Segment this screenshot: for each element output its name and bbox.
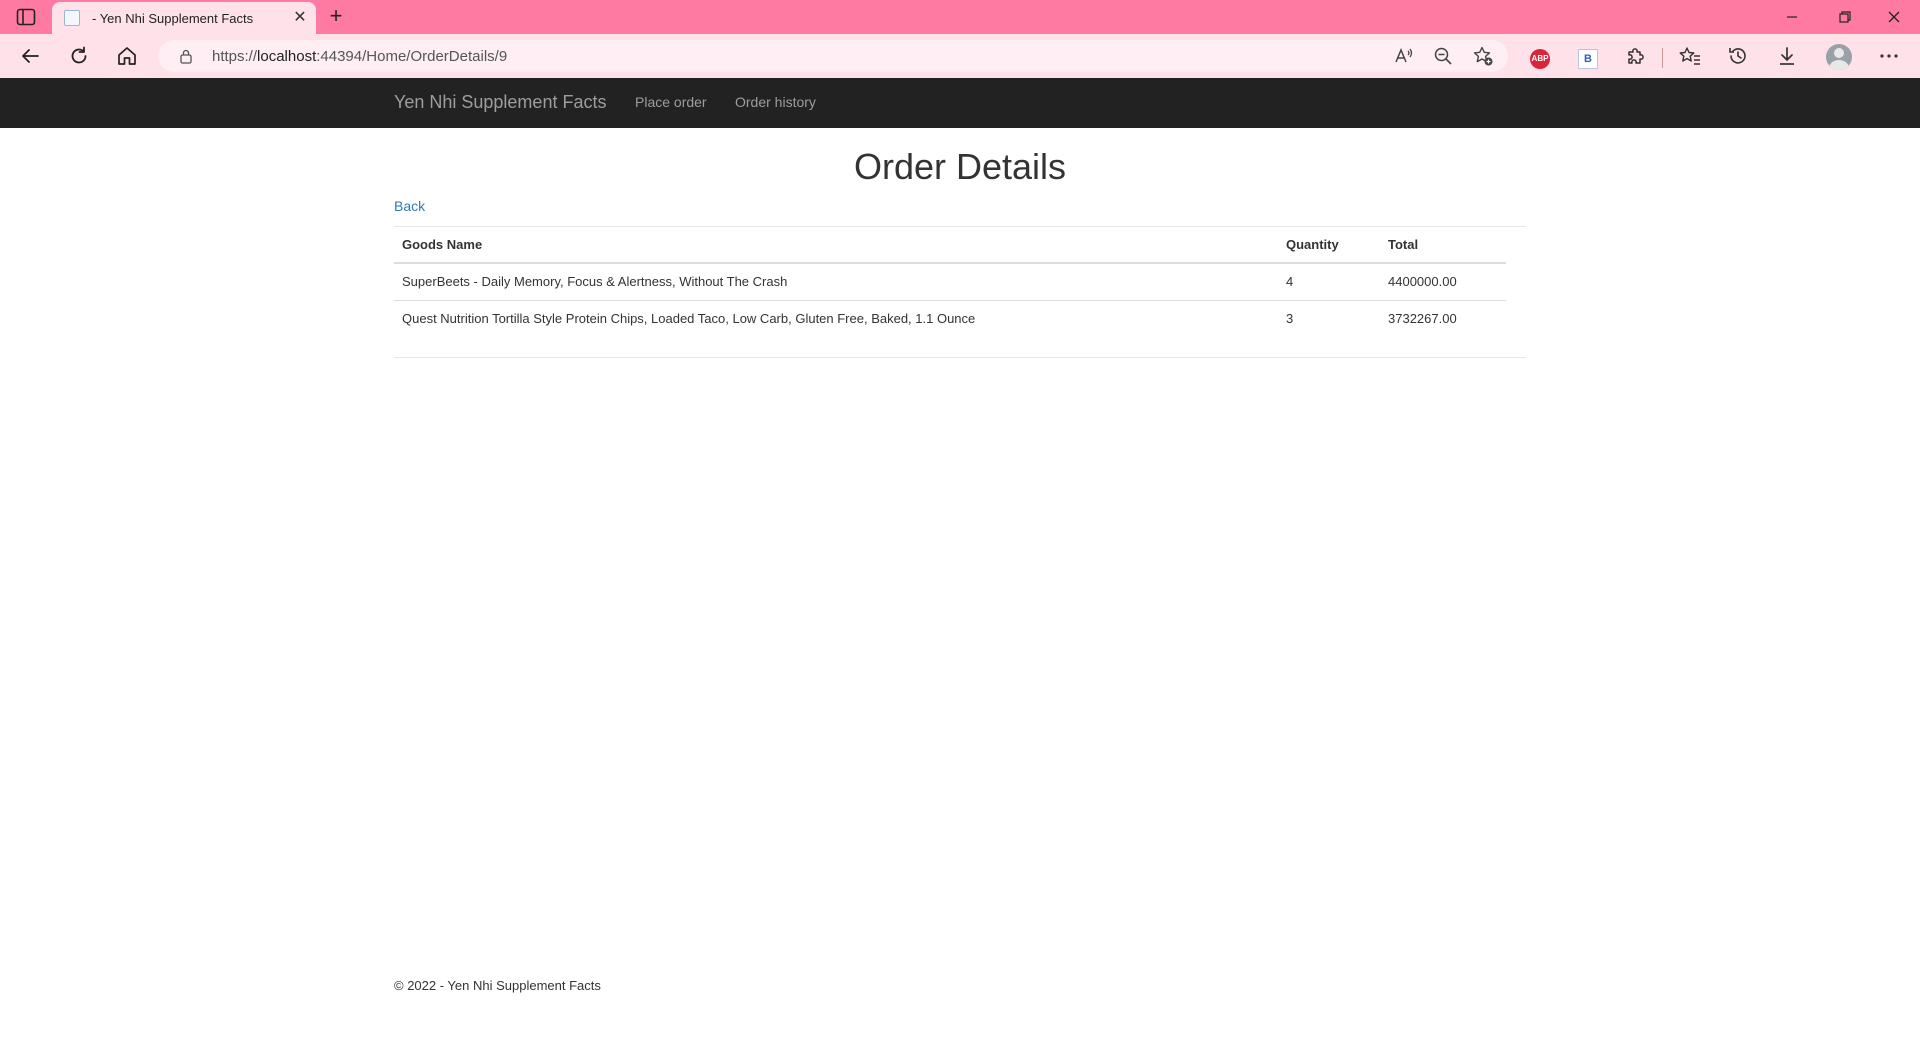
back-link[interactable]: Back xyxy=(394,198,425,214)
close-window-icon[interactable] xyxy=(1874,4,1914,30)
goods-name-cell: Quest Nutrition Tortilla Style Protein C… xyxy=(402,311,976,327)
url-host: localhost xyxy=(257,48,317,65)
sidebar-toggle-icon[interactable] xyxy=(16,8,36,26)
close-icon[interactable]: ✕ xyxy=(290,8,310,28)
zoom-out-icon[interactable] xyxy=(1431,44,1455,68)
browser-toolbar: https://localhost:44394/Home/OrderDetail… xyxy=(0,34,1920,78)
home-icon[interactable] xyxy=(115,44,139,68)
page-favicon-icon xyxy=(64,10,80,26)
header-total: Total xyxy=(1380,227,1506,264)
url-text[interactable]: https://localhost:44394/Home/OrderDetail… xyxy=(212,48,507,65)
page-title: Order Details xyxy=(853,146,1067,187)
url-path: :44394/Home/OrderDetails/9 xyxy=(316,48,508,65)
table-header-row: Goods Name Quantity Total xyxy=(394,227,1506,264)
brand-link[interactable]: Yen Nhi Supplement Facts xyxy=(394,92,606,113)
total-cell: 4400000.00 xyxy=(1380,263,1506,301)
nav-place-order[interactable]: Place order xyxy=(635,94,707,110)
adblock-extension-icon[interactable]: ABP xyxy=(1530,49,1550,69)
table-row: SuperBeets - Daily Memory, Focus & Alert… xyxy=(394,263,1506,301)
quantity-cell: 3 xyxy=(1286,311,1294,327)
header-quantity: Quantity xyxy=(1278,227,1380,264)
restore-icon[interactable] xyxy=(1824,4,1864,30)
address-bar[interactable]: https://localhost:44394/Home/OrderDetail… xyxy=(158,40,1508,72)
profile-icon[interactable] xyxy=(1826,44,1852,70)
download-icon[interactable] xyxy=(1775,44,1799,68)
b-extension-icon[interactable]: B xyxy=(1578,49,1598,69)
refresh-icon[interactable] xyxy=(67,44,91,68)
divider xyxy=(394,357,1526,358)
goods-name-cell: SuperBeets - Daily Memory, Focus & Alert… xyxy=(394,263,1278,301)
back-arrow-icon[interactable] xyxy=(18,44,42,68)
read-aloud-icon[interactable] xyxy=(1392,44,1416,68)
favorites-icon[interactable] xyxy=(1678,44,1702,68)
plus-icon[interactable]: + xyxy=(324,5,348,29)
order-details-table: Goods Name Quantity Total SuperBeets - D… xyxy=(394,227,1506,337)
url-prefix: https:// xyxy=(212,48,258,65)
toolbar-divider xyxy=(1662,48,1663,68)
puzzle-icon[interactable] xyxy=(1624,44,1648,68)
minimize-icon[interactable] xyxy=(1772,4,1812,30)
add-favorite-icon[interactable] xyxy=(1471,44,1495,68)
lock-icon[interactable] xyxy=(178,48,194,64)
tab-title: - Yen Nhi Supplement Facts xyxy=(92,11,254,26)
footer-text: © 2022 - Yen Nhi Supplement Facts xyxy=(394,978,601,993)
quantity-cell: 4 xyxy=(1278,263,1380,301)
browser-tab-bar: - Yen Nhi Supplement Facts ✕ + xyxy=(0,0,1920,34)
history-icon[interactable] xyxy=(1726,44,1750,68)
nav-order-history[interactable]: Order history xyxy=(735,94,816,110)
active-tab[interactable]: - Yen Nhi Supplement Facts ✕ xyxy=(52,2,316,34)
header-goods-name: Goods Name xyxy=(394,227,1278,264)
site-navbar: Yen Nhi Supplement Facts Place order Ord… xyxy=(0,78,1920,128)
table-row: Quest Nutrition Tortilla Style Protein C… xyxy=(394,300,1506,337)
more-icon[interactable] xyxy=(1877,44,1901,68)
total-cell: 3732267.00 xyxy=(1388,311,1457,327)
